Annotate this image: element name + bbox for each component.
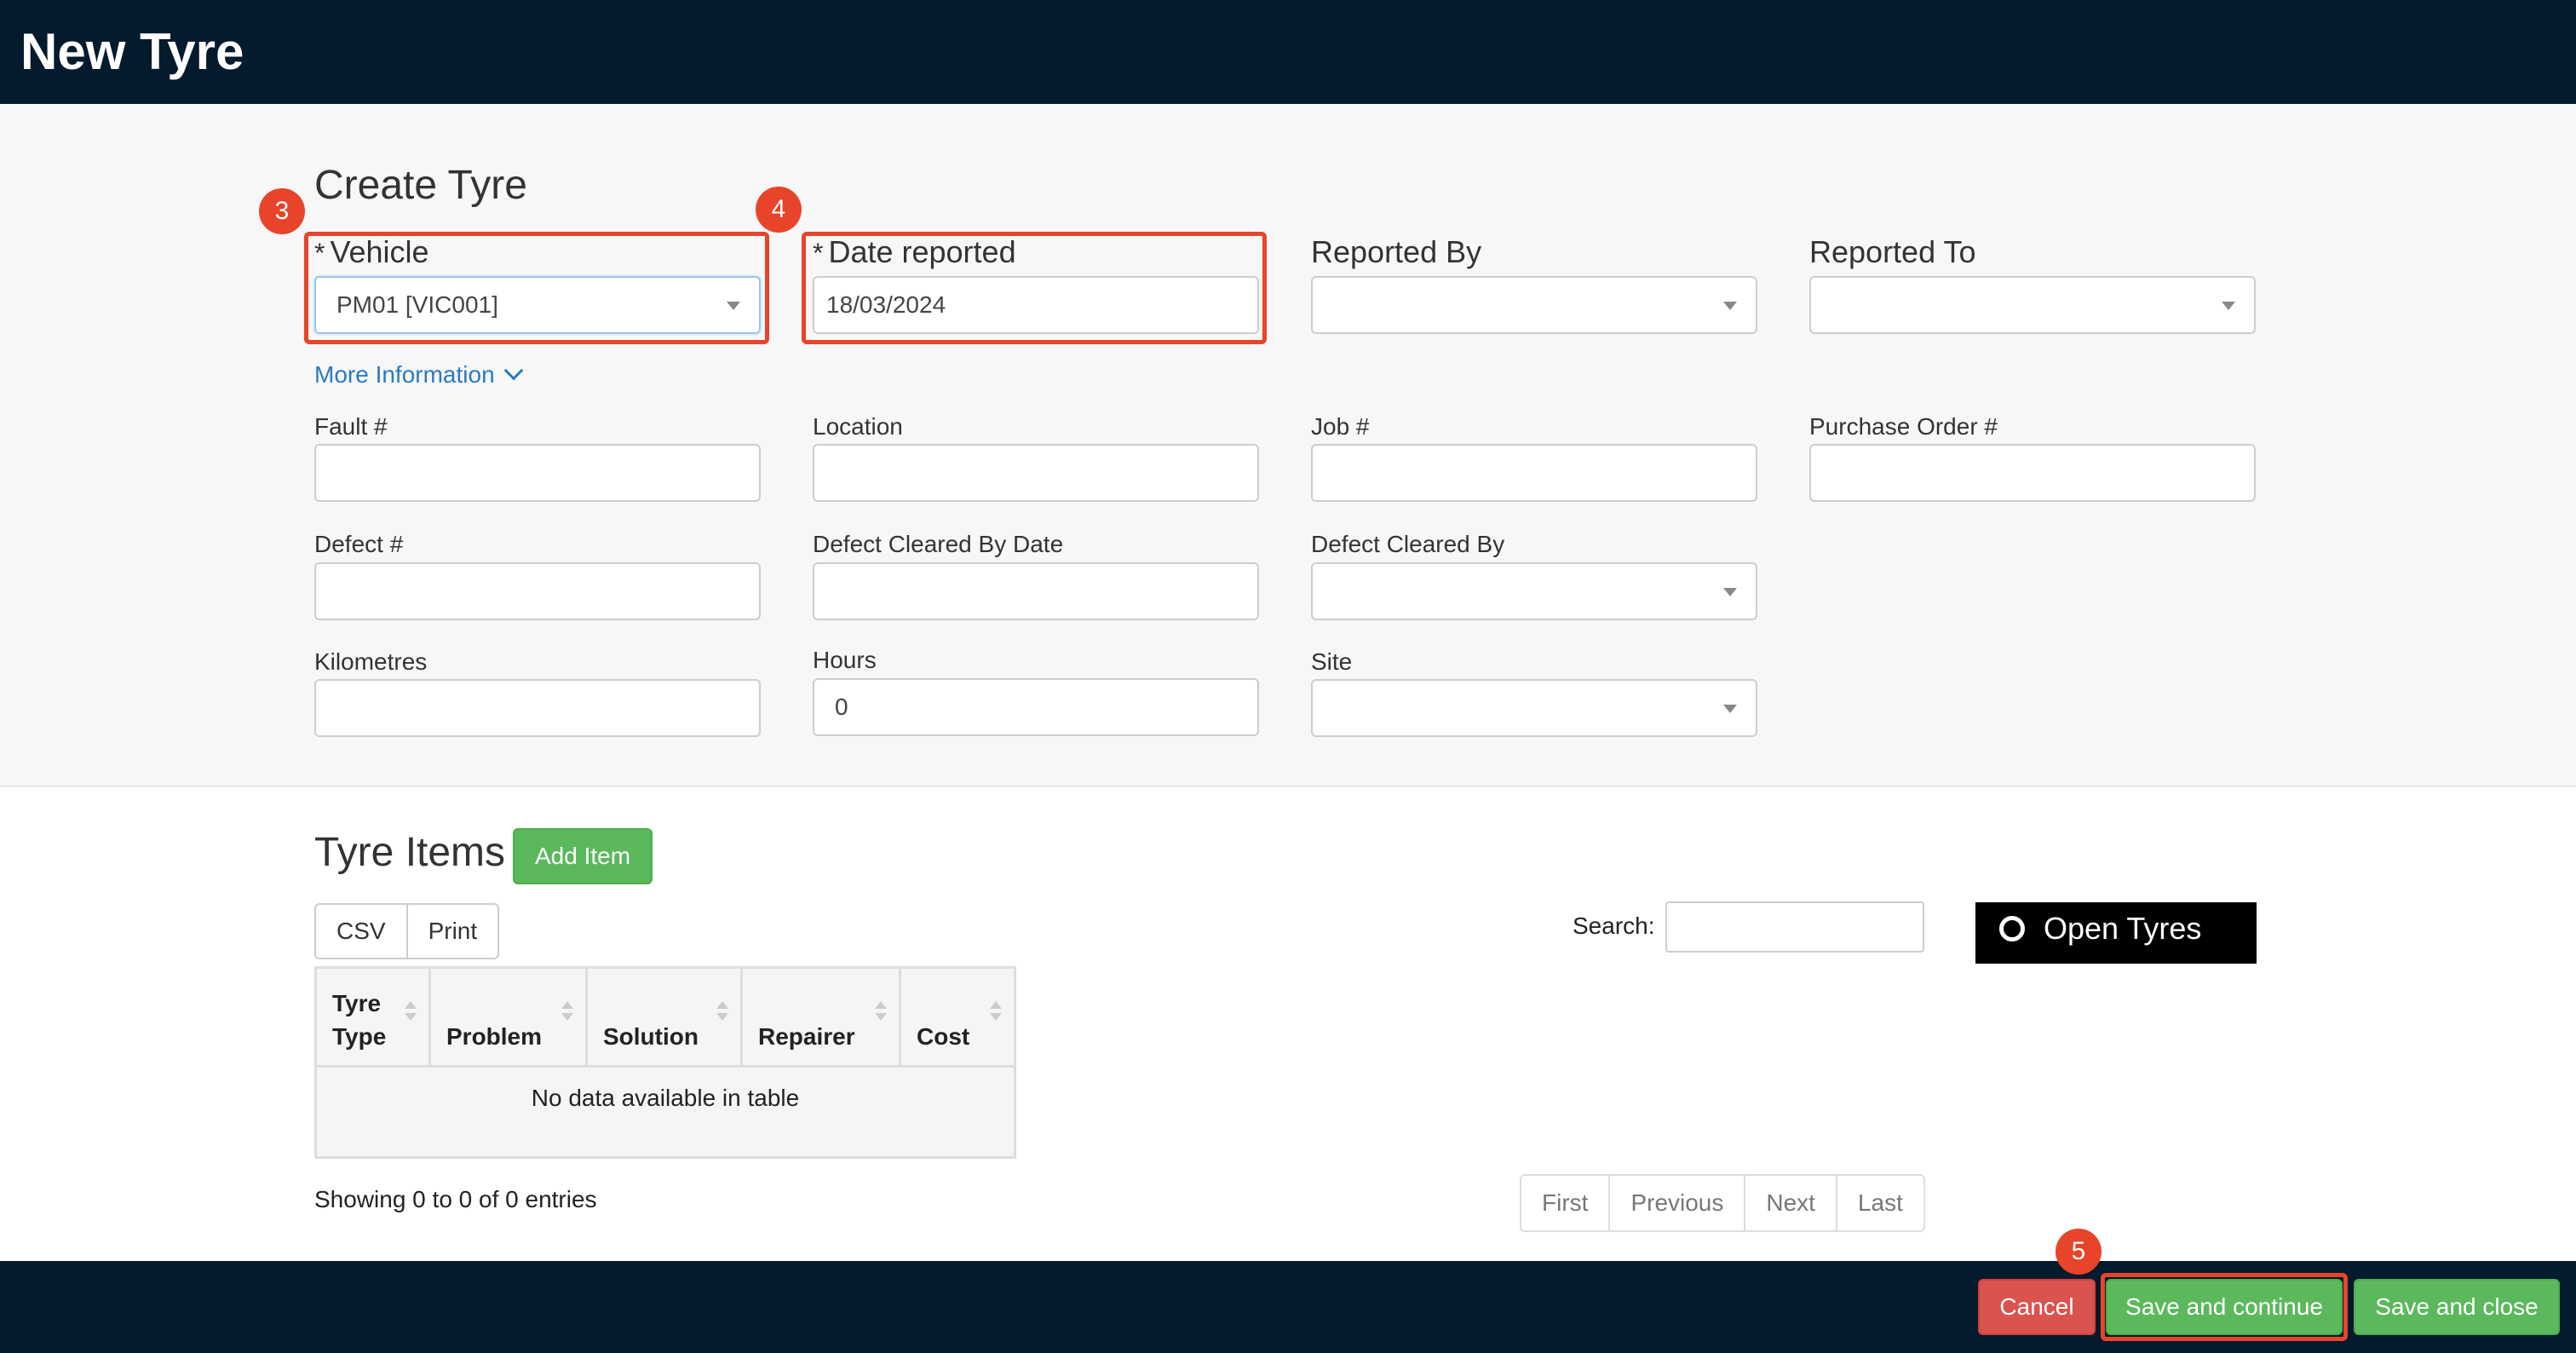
hours-input[interactable]: 0	[813, 678, 1259, 736]
step-badge-4: 4	[756, 187, 802, 233]
defect-input[interactable]	[314, 562, 761, 620]
add-item-button[interactable]: Add Item	[513, 828, 653, 884]
page-title: New Tyre	[20, 23, 244, 80]
pager-next[interactable]: Next	[1744, 1176, 1836, 1230]
chevron-down-icon	[1723, 705, 1737, 713]
highlight-save-continue	[2101, 1273, 2348, 1341]
step-badge-3: 3	[259, 188, 305, 234]
location-input[interactable]	[813, 444, 1259, 502]
chevron-down-icon	[2222, 302, 2235, 310]
tyre-items-title: Tyre Items	[314, 830, 506, 875]
open-tyres-toggle[interactable]: Open Tyres	[1975, 902, 2257, 964]
reported-to-label: Reported To	[1809, 234, 1976, 269]
save-and-close-button[interactable]: Save and close	[2354, 1279, 2560, 1335]
job-label: Job #	[1311, 413, 1370, 440]
defect-cleared-by-select[interactable]	[1311, 562, 1757, 620]
export-button-group: CSV Print	[314, 903, 500, 959]
pagination: First Previous Next Last	[1520, 1174, 1925, 1232]
kilometres-input[interactable]	[314, 679, 761, 737]
site-label: Site	[1311, 648, 1353, 675]
purchase-order-input[interactable]	[1809, 444, 2256, 502]
location-label: Location	[813, 413, 903, 440]
hours-label: Hours	[813, 647, 877, 673]
highlight-vehicle	[304, 232, 769, 344]
kilometres-label: Kilometres	[314, 648, 428, 675]
column-repairer[interactable]: Repairer	[743, 969, 901, 1065]
column-solution[interactable]: Solution	[588, 969, 743, 1065]
job-input[interactable]	[1311, 444, 1757, 502]
table-header: Tyre Type Problem Solution Repairer Cost	[317, 969, 1014, 1068]
defect-cleared-by-label: Defect Cleared By	[1311, 531, 1505, 557]
more-information-toggle[interactable]: More Information	[314, 360, 523, 389]
print-button[interactable]: Print	[405, 905, 498, 958]
search-input[interactable]	[1665, 901, 1924, 953]
step-badge-5: 5	[2056, 1229, 2102, 1275]
pager-first[interactable]: First	[1521, 1176, 1608, 1230]
reported-by-select[interactable]	[1311, 276, 1757, 334]
fault-input[interactable]	[314, 444, 761, 502]
tyre-items-table: Tyre Type Problem Solution Repairer Cost…	[314, 966, 1016, 1159]
radio-icon	[1999, 916, 2025, 941]
search-label: Search:	[1573, 913, 1655, 939]
reported-to-select[interactable]	[1809, 276, 2256, 334]
defect-cleared-by-date-label: Defect Cleared By Date	[813, 531, 1064, 557]
site-select[interactable]	[1311, 679, 1757, 737]
defect-cleared-by-date-input[interactable]	[813, 562, 1259, 620]
app-header: New Tyre	[0, 0, 2576, 104]
reported-by-label: Reported By	[1311, 234, 1482, 269]
empty-table-message: No data available in table	[531, 1085, 800, 1111]
fault-label: Fault #	[314, 413, 388, 440]
highlight-date-reported	[802, 232, 1267, 344]
chevron-down-icon	[1723, 588, 1737, 596]
chevron-down-icon	[1723, 302, 1737, 310]
cancel-button[interactable]: Cancel	[1978, 1279, 2096, 1335]
column-cost[interactable]: Cost	[901, 969, 1014, 1065]
csv-button[interactable]: CSV	[316, 905, 406, 958]
table-info: Showing 0 to 0 of 0 entries	[314, 1186, 597, 1212]
pager-last[interactable]: Last	[1835, 1176, 1923, 1230]
column-tyre-type[interactable]: Tyre Type	[317, 969, 431, 1065]
pager-previous[interactable]: Previous	[1608, 1176, 1744, 1230]
chevron-down-icon	[503, 360, 523, 381]
defect-label: Defect #	[314, 531, 404, 557]
purchase-order-label: Purchase Order #	[1809, 413, 1998, 440]
form-section-title: Create Tyre	[314, 163, 527, 208]
column-problem[interactable]: Problem	[431, 969, 588, 1065]
